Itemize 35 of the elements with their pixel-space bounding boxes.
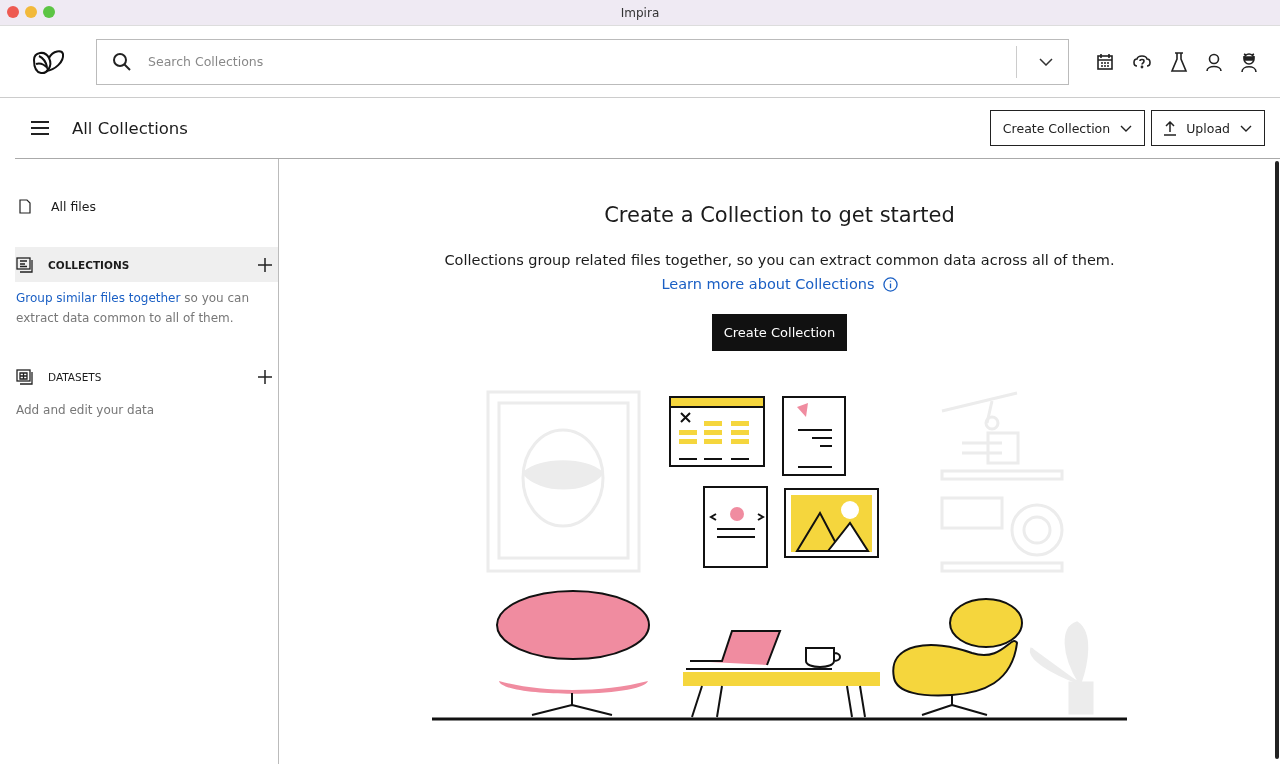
chevron-down-icon: [1120, 124, 1133, 132]
group-files-link[interactable]: Group similar files together: [16, 291, 181, 305]
all-files-item[interactable]: All files: [15, 196, 278, 216]
page-title: All Collections: [72, 118, 188, 138]
chevron-down-icon: [1240, 124, 1252, 132]
add-icon[interactable]: [258, 257, 272, 272]
create-collection-button[interactable]: Create Collection: [711, 314, 848, 351]
upload-icon: [1164, 120, 1177, 136]
collection-icon: [16, 256, 34, 273]
calendar-icon[interactable]: [1096, 52, 1114, 71]
learn-more-link[interactable]: Learn more about Collections: [661, 276, 898, 292]
sidebar-section-header[interactable]: COLLECTIONS: [15, 247, 278, 282]
dropdown-button[interactable]: Create Collection: [989, 110, 1146, 146]
chevron-down-icon[interactable]: [1039, 57, 1053, 66]
info-icon: [882, 276, 898, 292]
search-field[interactable]: Search Collections: [96, 38, 1069, 85]
user-icon[interactable]: [1206, 52, 1222, 71]
menu-icon[interactable]: [31, 121, 49, 135]
empty-state-heading: Create a Collection to get started: [604, 203, 955, 227]
masked-user-icon[interactable]: [1240, 51, 1258, 72]
file-icon: [19, 198, 31, 214]
section-description: Add and edit your data: [16, 402, 156, 419]
window-title: Impira: [620, 5, 660, 20]
question-cloud-icon[interactable]: [1132, 53, 1152, 70]
dropdown-button[interactable]: Upload: [1151, 110, 1265, 146]
empty-state-text: Collections group related files together, so you can extract common data across all of them.: [444, 252, 1115, 268]
flask-icon[interactable]: [1170, 51, 1188, 72]
add-icon[interactable]: [258, 369, 272, 384]
search-icon: [112, 51, 132, 72]
sidebar-section-header[interactable]: DATASETS: [15, 359, 278, 394]
section-description: Group similar files together so you can extract data common to all of them.: [16, 290, 251, 327]
close-window-button[interactable]: [7, 6, 19, 18]
table-icon: [16, 368, 34, 385]
scrollbar[interactable]: [1275, 161, 1279, 759]
leaf-logo-icon[interactable]: [31, 47, 65, 76]
